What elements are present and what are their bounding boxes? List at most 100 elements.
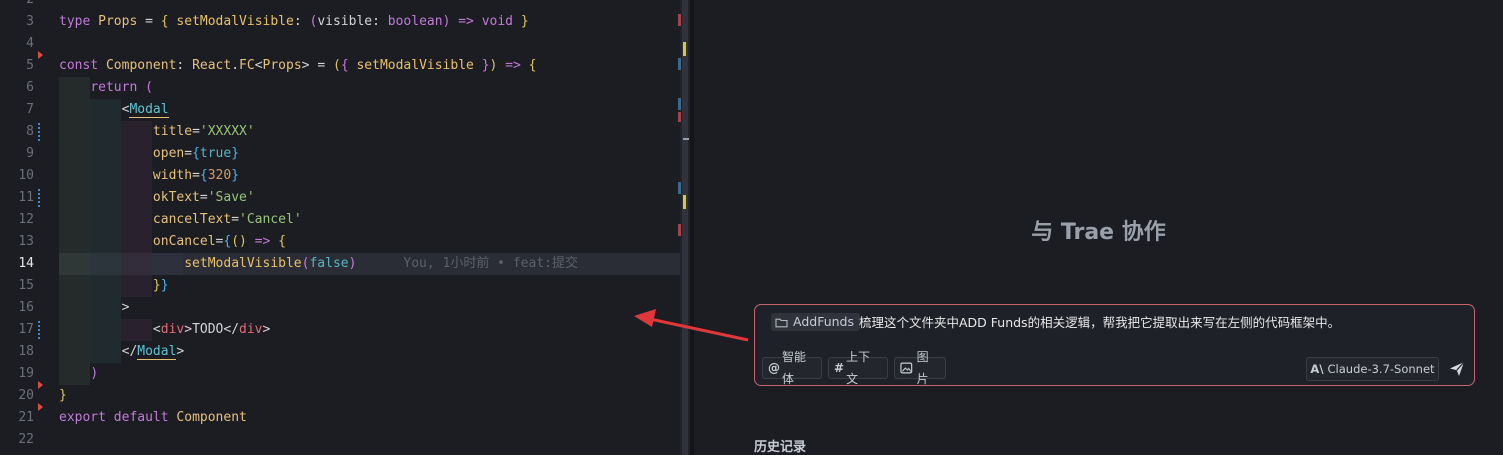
- hash-icon: #: [834, 361, 845, 375]
- overview-ruler-marker: [678, 182, 681, 194]
- send-icon[interactable]: [1448, 360, 1466, 378]
- code-token: (: [145, 80, 153, 95]
- code-line[interactable]: 12 cancelText='Cancel': [0, 209, 680, 231]
- editor-scrollbar-thumb[interactable]: [682, 0, 688, 455]
- model-selector[interactable]: A\ Claude-3.7-Sonnet: [1306, 357, 1439, 381]
- git-blame-annotation: You, 1小时前 • feat:提交: [356, 256, 578, 271]
- code-token: }: [160, 278, 169, 293]
- code-token: false: [309, 256, 349, 271]
- welcome-title: 与 Trae 协作: [1031, 220, 1166, 245]
- code-token: {: [340, 58, 349, 73]
- code-line[interactable]: 6 return (: [0, 77, 680, 99]
- code-text: export default Component: [59, 407, 247, 429]
- code-token: Props: [262, 58, 302, 73]
- code-token: TODO: [192, 322, 224, 337]
- code-token: }: [59, 388, 67, 403]
- code-token: :: [293, 14, 310, 29]
- line-number: 5: [26, 58, 34, 73]
- code-line[interactable]: 22: [0, 429, 680, 451]
- image-button[interactable]: 图片: [894, 350, 946, 386]
- code-line[interactable]: 8 title='XXXXX': [0, 121, 680, 143]
- chat-input-box[interactable]: AddFunds 梳理这个文件夹中ADD Funds的相关逻辑，帮我把它提取出来…: [754, 304, 1475, 386]
- code-token: Modal: [129, 102, 169, 118]
- context-button[interactable]: # 上下文: [828, 350, 888, 386]
- code-token: React: [192, 58, 232, 73]
- git-modified-marker[interactable]: [38, 321, 43, 339]
- code-line[interactable]: 16 >: [0, 297, 680, 319]
- code-token: 'Cancel': [239, 212, 302, 227]
- code-line[interactable]: 7 <Modal: [0, 99, 680, 121]
- agent-button[interactable]: @ 智能体: [762, 350, 822, 386]
- code-line[interactable]: 4: [0, 33, 680, 55]
- code-line[interactable]: 21 export default Component: [0, 403, 680, 429]
- overview-ruler-marker: [683, 42, 686, 56]
- line-number: 17: [18, 322, 34, 337]
- history-title: 历史记录: [754, 440, 807, 455]
- overview-ruler-marker: [683, 195, 686, 209]
- line-number: 3: [26, 14, 34, 29]
- code-token: }: [152, 278, 161, 293]
- code-token: return: [90, 80, 138, 95]
- code-token: :: [176, 58, 193, 73]
- code-token: export: [59, 410, 114, 425]
- git-modified-marker[interactable]: [38, 189, 43, 207]
- code-token: cancelText: [152, 212, 232, 227]
- line-number: 21: [18, 410, 34, 425]
- git-deleted-marker[interactable]: [38, 51, 43, 59]
- code-line[interactable]: 5 const Component: React.FC<Props> = ({ s…: [0, 51, 680, 77]
- git-modified-marker[interactable]: [38, 123, 43, 141]
- code-line[interactable]: 14 setModalVisible(false) You, 1小时前 • fe…: [0, 253, 680, 275]
- code-token: ): [90, 366, 99, 381]
- code-token: =>: [458, 14, 474, 29]
- code-text: <Modal: [59, 99, 169, 121]
- code-line[interactable]: 17 <div>TODO</div>: [0, 319, 680, 341]
- model-label: Claude-3.7-Sonnet: [1327, 362, 1435, 376]
- code-line[interactable]: 3 type Props = { setModalVisible: (visibl…: [0, 11, 680, 33]
- code-text: open={true}: [59, 143, 239, 165]
- code-editor[interactable]: 23type Props = { setModalVisible: (visib…: [0, 0, 680, 455]
- code-line[interactable]: 13 onCancel={() => {: [0, 231, 680, 253]
- line-number: 22: [18, 432, 34, 447]
- code-text: ): [59, 363, 98, 385]
- folder-context-chip[interactable]: AddFunds: [771, 313, 860, 331]
- code-token: 'XXXXX': [199, 124, 255, 139]
- code-line[interactable]: 18 </Modal>: [0, 341, 680, 363]
- code-text: width={320}: [59, 165, 239, 187]
- code-line[interactable]: 2: [0, 0, 680, 11]
- code-line[interactable]: 19 ): [0, 363, 680, 385]
- code-token: 'Save': [207, 190, 255, 205]
- code-token: void: [481, 14, 514, 29]
- chat-input-text[interactable]: 梳理这个文件夹中ADD Funds的相关逻辑，帮我把它提取出来写在左侧的代码框架…: [859, 314, 1340, 332]
- code-line[interactable]: 11 okText='Save': [0, 187, 680, 209]
- code-line[interactable]: 9 open={true}: [0, 143, 680, 165]
- code-line[interactable]: 10 width={320}: [0, 165, 680, 187]
- line-number: 18: [18, 344, 34, 359]
- code-text: </Modal>: [59, 341, 184, 363]
- code-token: (): [231, 234, 247, 249]
- git-deleted-marker[interactable]: [38, 403, 43, 411]
- git-deleted-marker[interactable]: [38, 381, 43, 389]
- code-token: =: [199, 190, 208, 205]
- code-token: >: [59, 300, 130, 315]
- line-number: 4: [26, 36, 34, 51]
- code-line[interactable]: 20}: [0, 381, 680, 407]
- code-token: type: [59, 14, 99, 29]
- line-number: 9: [26, 146, 34, 161]
- code-token: okText: [152, 190, 200, 205]
- overview-ruler-marker: [678, 14, 681, 26]
- code-token: <: [59, 322, 161, 337]
- code-text: title='XXXXX': [59, 121, 255, 143]
- line-number: 13: [18, 234, 34, 249]
- code-token: {: [160, 14, 169, 29]
- code-line[interactable]: 15 }}: [0, 275, 680, 297]
- code-text: }: [59, 385, 67, 407]
